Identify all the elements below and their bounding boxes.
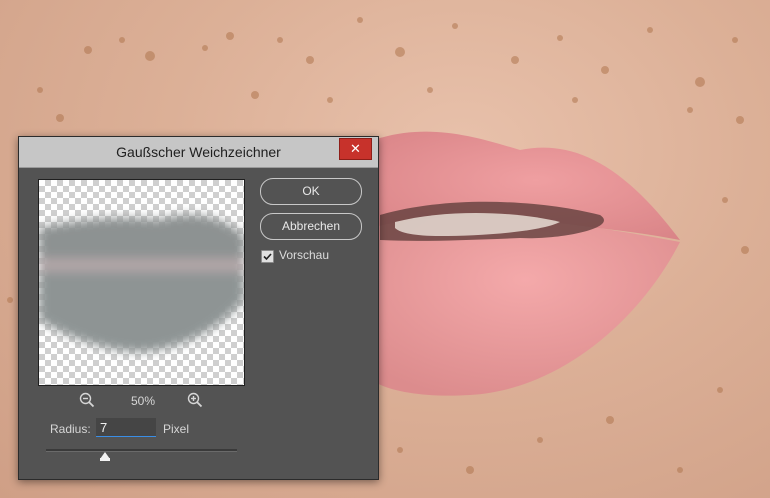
zoom-in-icon xyxy=(187,392,203,408)
cancel-button[interactable]: Abbrechen xyxy=(260,213,362,240)
radius-label: Radius: xyxy=(50,422,91,436)
radius-slider-thumb-base[interactable] xyxy=(100,458,111,461)
radius-input[interactable] xyxy=(96,418,156,437)
zoom-in-button[interactable] xyxy=(187,392,203,408)
radius-unit-label: Pixel xyxy=(163,422,190,436)
dialog-titlebar[interactable]: Gaußscher Weichzeichner ✕ xyxy=(19,137,378,168)
close-icon: ✕ xyxy=(350,141,361,156)
zoom-level: 50% xyxy=(130,394,156,408)
ok-button[interactable]: OK xyxy=(260,178,362,205)
checkmark-icon xyxy=(263,253,272,261)
close-button[interactable]: ✕ xyxy=(339,138,372,160)
zoom-out-button[interactable] xyxy=(79,392,95,408)
radius-slider-track[interactable] xyxy=(46,449,237,452)
preview-pane[interactable] xyxy=(38,179,245,386)
dialog-body: OK Abbrechen Vorschau 50% Radius: 7 Pixe… xyxy=(20,168,375,477)
zoom-out-icon xyxy=(79,392,95,408)
gaussian-blur-dialog: Gaußscher Weichzeichner ✕ OK Abbrechen V… xyxy=(18,136,379,480)
preview-checkbox-label[interactable]: Vorschau xyxy=(279,248,329,262)
dialog-title: Gaußscher Weichzeichner xyxy=(116,144,281,160)
preview-checkbox[interactable] xyxy=(261,250,274,263)
